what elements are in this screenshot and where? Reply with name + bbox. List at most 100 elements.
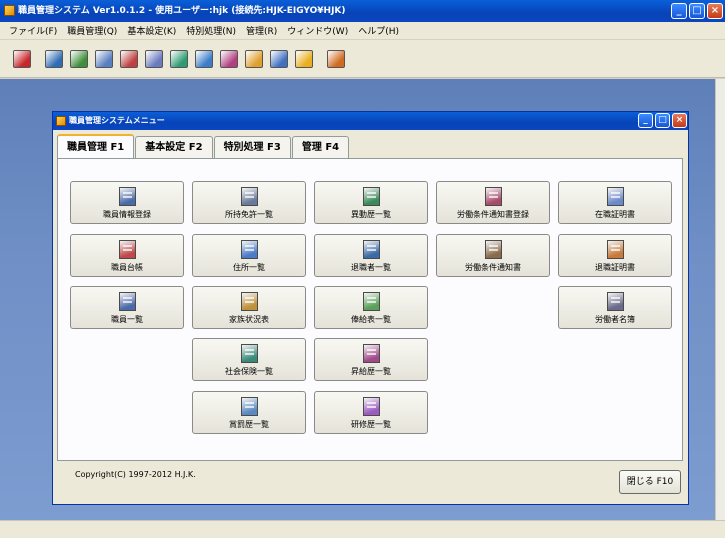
menu-button[interactable]: 労働者名簿 [558, 286, 672, 329]
toolbar-button[interactable] [10, 46, 34, 72]
award-icon [241, 397, 258, 416]
contract-icon [485, 240, 502, 259]
tab-basic-settings[interactable]: 基本設定 F2 [135, 136, 213, 158]
menu-file[interactable]: ファイル(F) [4, 24, 62, 37]
copyright-text: Copyright(C) 1997-2012 H.J.K. [75, 470, 196, 479]
menu-button[interactable]: 退職証明書 [558, 234, 672, 277]
menu-window: 職員管理システムメニュー _ □ × 職員管理 F1 基本設定 F2 特別処理 … [52, 111, 689, 505]
vertical-scrollbar[interactable] [715, 79, 725, 520]
staff-ledger-icon [70, 49, 88, 68]
close-button[interactable]: 閉じる F10 [619, 470, 681, 494]
menu-button-label: 職員情報登録 [103, 210, 151, 219]
menu-admin[interactable]: 管理(R) [241, 24, 282, 37]
menu-button[interactable]: 所持免許一覧 [192, 181, 306, 224]
menu-button[interactable]: 社会保険一覧 [192, 338, 306, 381]
maximize-icon[interactable]: □ [655, 113, 670, 128]
tab-management[interactable]: 管理 F4 [291, 136, 350, 158]
menu-button-label: 住所一覧 [233, 263, 265, 272]
family-icon [170, 49, 188, 68]
retiree-icon [363, 240, 380, 259]
close-icon[interactable]: × [707, 3, 723, 19]
menu-bar: ファイル(F) 職員管理(Q) 基本設定(K) 特別処理(N) 管理(R) ウィ… [0, 22, 725, 40]
toolbar-button[interactable] [217, 46, 241, 72]
menu-button[interactable]: 在職証明書 [558, 181, 672, 224]
family-icon [241, 292, 258, 311]
menu-staff[interactable]: 職員管理(Q) [62, 24, 122, 37]
menu-button[interactable]: 昇給歴一覧 [314, 338, 428, 381]
menu-button-label: 俸給表一覧 [351, 315, 391, 324]
toolbar-button[interactable] [167, 46, 191, 72]
menu-button[interactable]: 職員情報登録 [70, 181, 184, 224]
window-icon [56, 116, 66, 126]
training-icon [363, 397, 380, 416]
menu-button-label: 研修歴一覧 [351, 420, 391, 429]
worker-roster-icon [607, 292, 624, 311]
staff-info-icon [119, 187, 136, 206]
reward-icon [220, 49, 238, 68]
toolbar-button[interactable] [292, 46, 316, 72]
transfer-history-icon [363, 187, 380, 206]
calendar-icon [327, 49, 345, 68]
menu-button-label: 家族状況表 [229, 315, 269, 324]
app-title-bar: 職員管理システム Ver1.0.1.2 - 使用ユーザー:hjk (接続先:HJ… [0, 0, 725, 22]
minimize-icon[interactable]: _ [638, 113, 653, 128]
close-icon[interactable]: × [672, 113, 687, 128]
menu-window-title-bar: 職員管理システムメニュー _ □ × [53, 112, 688, 130]
toolbar-button[interactable] [267, 46, 291, 72]
maximize-icon[interactable]: □ [689, 3, 705, 19]
menu-button-label: 退職証明書 [595, 263, 635, 272]
menu-window[interactable]: ウィンドウ(W) [282, 24, 353, 37]
menu-button[interactable]: 住所一覧 [192, 234, 306, 277]
toolbar-button[interactable] [142, 46, 166, 72]
staff-register-icon [45, 49, 63, 68]
toolbar-button[interactable] [192, 46, 216, 72]
toolbar [0, 40, 725, 78]
staff-ledger-icon [119, 240, 136, 259]
toolbar-button[interactable] [42, 46, 66, 72]
toolbar-button[interactable] [67, 46, 91, 72]
tab-strip: 職員管理 F1 基本設定 F2 特別処理 F3 管理 F4 [57, 134, 350, 158]
menu-button-label: 昇給歴一覧 [351, 367, 391, 376]
toolbar-button[interactable] [117, 46, 141, 72]
retiree-icon [270, 49, 288, 68]
menu-help[interactable]: ヘルプ(H) [353, 24, 404, 37]
key-icon [295, 49, 313, 68]
menu-button[interactable]: 異動歴一覧 [314, 181, 428, 224]
menu-button[interactable]: 家族状況表 [192, 286, 306, 329]
toolbar-button[interactable] [92, 46, 116, 72]
menu-button[interactable]: 職員台帳 [70, 234, 184, 277]
menu-button[interactable]: 労働条件通知書 [436, 234, 550, 277]
menu-button[interactable]: 賞罰歴一覧 [192, 391, 306, 434]
tab-panel: 職員情報登録 所持免許一覧 異動歴一覧 労働条件通知書登録 在職証明書職員台帳 住所一覧 退… [57, 158, 683, 461]
employment-cert-icon [607, 187, 624, 206]
toolbar-button[interactable] [242, 46, 266, 72]
toolbar-button[interactable] [324, 46, 348, 72]
menu-button[interactable]: 退職者一覧 [314, 234, 428, 277]
app-icon [4, 5, 15, 16]
menu-button-label: 退職者一覧 [351, 263, 391, 272]
license-icon [241, 187, 258, 206]
menu-button-label: 職員台帳 [111, 263, 143, 272]
menu-button-label: 労働条件通知書登録 [457, 210, 529, 219]
tab-staff-management[interactable]: 職員管理 F1 [57, 134, 135, 158]
address-list-icon [145, 49, 163, 68]
staff-list-icon [119, 292, 136, 311]
menu-button[interactable]: 職員一覧 [70, 286, 184, 329]
address-icon [241, 240, 258, 259]
menu-special[interactable]: 特別処理(N) [181, 24, 241, 37]
exit-icon [13, 49, 31, 68]
menu-basic-settings[interactable]: 基本設定(K) [122, 24, 181, 37]
transfer-icon [245, 49, 263, 68]
menu-button-label: 労働条件通知書 [465, 263, 521, 272]
tab-special-processing[interactable]: 特別処理 F3 [213, 136, 291, 158]
menu-button-label: 職員一覧 [111, 315, 143, 324]
license-list-icon [120, 49, 138, 68]
menu-button[interactable]: 労働条件通知書登録 [436, 181, 550, 224]
pay-raise-icon [363, 344, 380, 363]
menu-button[interactable]: 俸給表一覧 [314, 286, 428, 329]
staff-list-icon [95, 49, 113, 68]
menu-button-label: 在職証明書 [595, 210, 635, 219]
minimize-icon[interactable]: _ [671, 3, 687, 19]
menu-button-label: 賞罰歴一覧 [229, 420, 269, 429]
menu-button[interactable]: 研修歴一覧 [314, 391, 428, 434]
